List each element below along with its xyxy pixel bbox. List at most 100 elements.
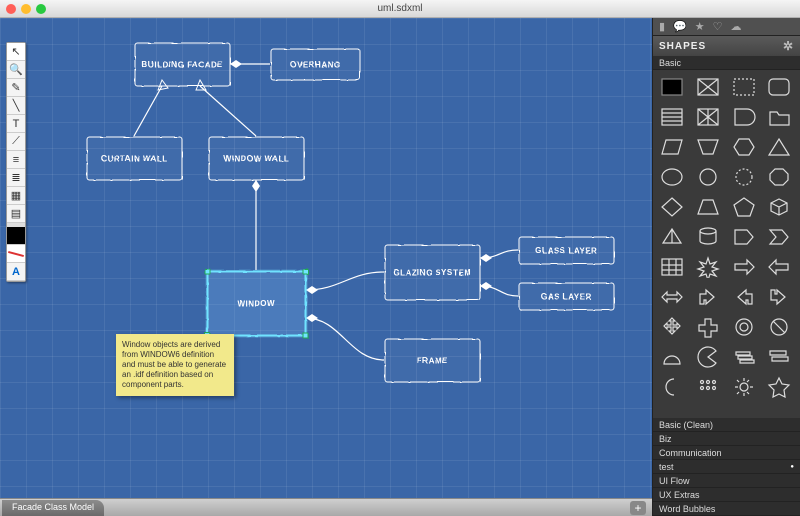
pointer-tool[interactable]: ↖ bbox=[7, 43, 25, 61]
star-icon[interactable]: ★ bbox=[695, 20, 705, 33]
shape-pentagon[interactable] bbox=[729, 194, 759, 220]
shape-category-open[interactable]: Basic bbox=[653, 56, 800, 70]
group-tool[interactable]: ▦ bbox=[7, 187, 25, 205]
shape-move[interactable] bbox=[657, 314, 687, 340]
shape-corner-arrow-1[interactable] bbox=[693, 284, 723, 310]
text-tool[interactable]: T bbox=[7, 115, 25, 133]
shapes-panel-title: SHAPES bbox=[659, 41, 706, 52]
shape-rect-cross[interactable] bbox=[693, 74, 723, 100]
shape-rect-dashed[interactable] bbox=[729, 74, 759, 100]
pencil-tool[interactable]: ✎ bbox=[7, 79, 25, 97]
shape-chevron[interactable] bbox=[764, 224, 794, 250]
line-tool[interactable]: ╲ bbox=[7, 97, 25, 115]
toolbox: ↖ 🔍 ✎ ╲ T ⟋ ≡ ≣ ▦ ▤ A bbox=[6, 42, 26, 282]
text-color-swatch[interactable]: A bbox=[7, 263, 25, 281]
magnify-tool[interactable]: 🔍 bbox=[7, 61, 25, 79]
shape-star[interactable] bbox=[764, 374, 794, 400]
shape-arrow-right[interactable] bbox=[729, 254, 759, 280]
category-label: Biz bbox=[659, 434, 672, 444]
fill-color-swatch[interactable] bbox=[7, 227, 25, 245]
node-window[interactable]: WINDOW bbox=[206, 270, 306, 336]
shape-cylinder[interactable] bbox=[693, 224, 723, 250]
shape-crosshatch[interactable] bbox=[693, 104, 723, 130]
shape-circle-dashed[interactable] bbox=[729, 164, 759, 190]
shape-rect-filled[interactable] bbox=[657, 74, 687, 100]
shape-category[interactable]: test bbox=[653, 460, 800, 474]
shape-ellipse[interactable] bbox=[657, 164, 687, 190]
shape-grid[interactable] bbox=[657, 254, 687, 280]
shape-pacman[interactable] bbox=[693, 344, 723, 370]
node-curtain-wall[interactable]: CURTAIN WALL bbox=[86, 136, 182, 180]
node-glazing-system[interactable]: GLAZING SYSTEM bbox=[384, 244, 480, 300]
page-tab[interactable]: Facade Class Model bbox=[2, 500, 104, 516]
resize-handle[interactable] bbox=[302, 268, 308, 274]
resize-handle[interactable] bbox=[204, 268, 210, 274]
node-label: FRAME bbox=[417, 356, 448, 365]
distribute-tool[interactable]: ≣ bbox=[7, 169, 25, 187]
shape-hatch[interactable] bbox=[657, 104, 687, 130]
node-glass-layer[interactable]: GLASS LAYER bbox=[518, 236, 614, 264]
titlebar: uml.sdxml bbox=[0, 0, 800, 18]
shape-hexagon[interactable] bbox=[729, 134, 759, 160]
shape-tag[interactable] bbox=[729, 224, 759, 250]
node-frame[interactable]: FRAME bbox=[384, 338, 480, 382]
shape-pyramid[interactable] bbox=[657, 224, 687, 250]
add-page-button[interactable]: + bbox=[630, 501, 646, 515]
shape-arrow-bi[interactable] bbox=[657, 284, 687, 310]
sticky-note[interactable]: Window objects are derived from WINDOW6 … bbox=[116, 334, 234, 396]
comment-icon[interactable]: ▮ bbox=[659, 20, 665, 33]
shape-rounded-rect[interactable] bbox=[764, 74, 794, 100]
node-label: BUILDING FACADE bbox=[141, 60, 222, 69]
shape-stack[interactable] bbox=[764, 344, 794, 370]
ungroup-tool[interactable]: ▤ bbox=[7, 205, 25, 223]
resize-handle[interactable] bbox=[302, 332, 308, 338]
eyedropper-tool[interactable]: ⟋ bbox=[7, 133, 25, 151]
shape-category[interactable]: Biz bbox=[653, 432, 800, 446]
shape-trapezoid-down[interactable] bbox=[693, 134, 723, 160]
shape-plus[interactable] bbox=[693, 314, 723, 340]
shape-ring[interactable] bbox=[729, 314, 759, 340]
shape-category[interactable]: UX Extras bbox=[653, 488, 800, 502]
node-label: GLASS LAYER bbox=[535, 246, 597, 255]
canvas[interactable]: ↖ 🔍 ✎ ╲ T ⟋ ≡ ≣ ▦ ▤ A bbox=[0, 18, 652, 516]
node-label: WINDOW WALL bbox=[223, 154, 288, 163]
gear-icon[interactable]: ✲ bbox=[783, 39, 794, 53]
shape-octagon[interactable] bbox=[764, 164, 794, 190]
shape-parallelogram[interactable] bbox=[657, 134, 687, 160]
node-overhang[interactable]: OVERHANG bbox=[270, 48, 360, 80]
node-gas-layer[interactable]: GAS LAYER bbox=[518, 282, 614, 310]
shape-no[interactable] bbox=[764, 314, 794, 340]
page-tab-label: Facade Class Model bbox=[12, 502, 94, 512]
shape-half-circle[interactable] bbox=[657, 344, 687, 370]
shape-category[interactable]: Communication bbox=[653, 446, 800, 460]
panel-tab-icons[interactable]: ▮ 💬 ★ ♡ ☁ bbox=[653, 18, 800, 36]
shape-burst[interactable] bbox=[693, 254, 723, 280]
node-label: WINDOW bbox=[237, 299, 275, 308]
node-building-facade[interactable]: BUILDING FACADE bbox=[134, 42, 230, 86]
shape-category[interactable]: Basic (Clean) bbox=[653, 418, 800, 432]
shape-folder[interactable] bbox=[764, 104, 794, 130]
align-tool[interactable]: ≡ bbox=[7, 151, 25, 169]
shape-trapezoid-up[interactable] bbox=[693, 194, 723, 220]
shape-dots[interactable] bbox=[693, 374, 723, 400]
cloud-icon[interactable]: ☁ bbox=[731, 20, 742, 33]
shape-corner-arrow-3[interactable] bbox=[764, 284, 794, 310]
shape-category[interactable]: UI Flow bbox=[653, 474, 800, 488]
heart-icon[interactable]: ♡ bbox=[713, 20, 723, 33]
shape-moon[interactable] bbox=[657, 374, 687, 400]
shape-circle[interactable] bbox=[693, 164, 723, 190]
chat-icon[interactable]: 💬 bbox=[673, 20, 687, 33]
shape-cube[interactable] bbox=[764, 194, 794, 220]
shape-layers[interactable] bbox=[729, 344, 759, 370]
shape-triangle[interactable] bbox=[764, 134, 794, 160]
shape-category[interactable]: Word Bubbles bbox=[653, 502, 800, 516]
node-window-wall[interactable]: WINDOW WALL bbox=[208, 136, 304, 180]
shape-sun[interactable] bbox=[729, 374, 759, 400]
shape-arrow-left[interactable] bbox=[764, 254, 794, 280]
node-label: GLAZING SYSTEM bbox=[393, 268, 471, 277]
category-label: Word Bubbles bbox=[659, 504, 715, 514]
shape-diamond[interactable] bbox=[657, 194, 687, 220]
shape-corner-arrow-2[interactable] bbox=[729, 284, 759, 310]
line-color-swatch[interactable] bbox=[7, 245, 25, 263]
shape-d[interactable] bbox=[729, 104, 759, 130]
